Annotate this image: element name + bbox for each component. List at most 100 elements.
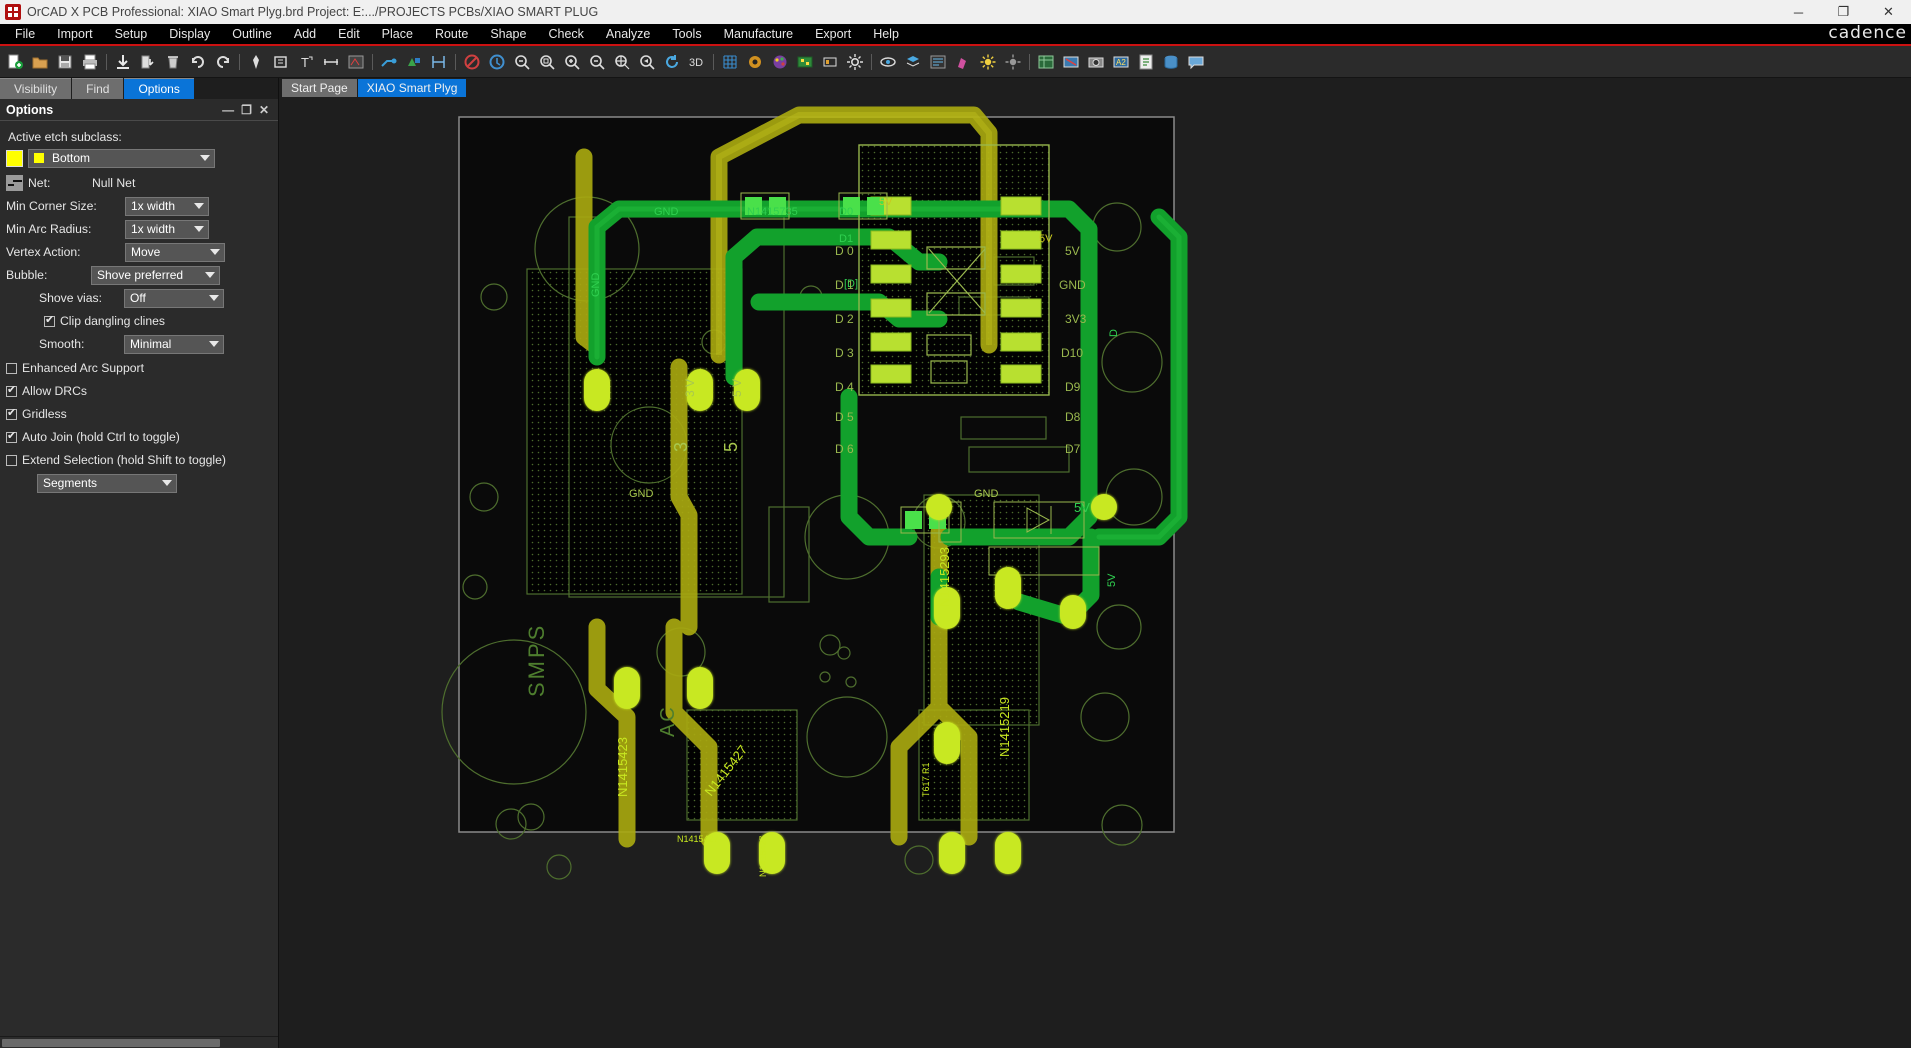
ratsnest-icon[interactable] xyxy=(344,49,368,75)
min-corner-size-dropdown[interactable]: 1x width xyxy=(125,197,209,216)
bubble-dropdown[interactable]: Shove preferred xyxy=(91,266,220,285)
panel-minimize-icon[interactable]: — xyxy=(222,105,234,115)
layers-icon[interactable] xyxy=(793,49,817,75)
allow-drcs-row[interactable]: Allow DRCs xyxy=(6,381,272,401)
pcb-layout-drawing[interactable]: GND N1415735 D0 D1 [D] GND D 0D 1 D 2D 3… xyxy=(279,97,1911,1048)
clip-dangling-clines-checkbox[interactable] xyxy=(44,316,55,327)
auto-join-checkbox[interactable] xyxy=(6,432,17,443)
pin-icon[interactable] xyxy=(244,49,268,75)
camera-icon[interactable] xyxy=(1084,49,1108,75)
menu-add[interactable]: Add xyxy=(283,25,327,43)
layer-stack-icon[interactable] xyxy=(901,49,925,75)
menu-help[interactable]: Help xyxy=(862,25,910,43)
menu-check[interactable]: Check xyxy=(537,25,594,43)
gridless-checkbox[interactable] xyxy=(6,409,17,420)
active-etch-subclass-dropdown[interactable]: Bottom xyxy=(28,149,215,168)
vertex-action-dropdown[interactable]: Move xyxy=(125,243,225,262)
grid-icon[interactable] xyxy=(718,49,742,75)
minimize-button[interactable]: ─ xyxy=(1776,0,1821,24)
visibility-eye-icon[interactable] xyxy=(876,49,900,75)
tab-find[interactable]: Find xyxy=(72,78,123,99)
autorename-icon[interactable]: A2 xyxy=(1109,49,1133,75)
shape-icon[interactable] xyxy=(402,49,426,75)
extend-selection-checkbox[interactable] xyxy=(6,455,17,466)
menu-place[interactable]: Place xyxy=(371,25,424,43)
menu-tools[interactable]: Tools xyxy=(661,25,712,43)
brightness-icon[interactable] xyxy=(976,49,1000,75)
enhanced-arc-support-checkbox[interactable] xyxy=(6,363,17,374)
allow-drcs-checkbox[interactable] xyxy=(6,386,17,397)
constraint-manager-icon[interactable] xyxy=(1034,49,1058,75)
menu-export[interactable]: Export xyxy=(804,25,862,43)
panel-restore-icon[interactable]: ❐ xyxy=(241,105,252,115)
contrast-icon[interactable] xyxy=(1001,49,1025,75)
tab-options[interactable]: Options xyxy=(124,78,193,99)
panel-horizontal-scrollbar[interactable] xyxy=(0,1036,278,1048)
shove-vias-dropdown[interactable]: Off xyxy=(124,289,224,308)
zoom-previous-icon[interactable] xyxy=(635,49,659,75)
menu-route[interactable]: Route xyxy=(424,25,479,43)
highlight-icon[interactable] xyxy=(951,49,975,75)
dimension-icon[interactable] xyxy=(319,49,343,75)
enhanced-arc-support-row[interactable]: Enhanced Arc Support xyxy=(6,358,272,378)
close-button[interactable]: ✕ xyxy=(1866,0,1911,24)
menu-file[interactable]: File xyxy=(4,25,46,43)
print-icon[interactable] xyxy=(78,49,102,75)
placement-icon[interactable] xyxy=(818,49,842,75)
report-icon[interactable] xyxy=(1134,49,1158,75)
menu-edit[interactable]: Edit xyxy=(327,25,371,43)
route-icon[interactable] xyxy=(377,49,401,75)
menu-analyze[interactable]: Analyze xyxy=(595,25,661,43)
refresh-icon[interactable] xyxy=(660,49,684,75)
etch-color-swatch[interactable] xyxy=(6,150,23,167)
redo-icon[interactable] xyxy=(211,49,235,75)
export-icon[interactable] xyxy=(136,49,160,75)
import-icon[interactable] xyxy=(111,49,135,75)
delete-icon[interactable] xyxy=(161,49,185,75)
panel-close-icon[interactable]: ✕ xyxy=(259,105,269,115)
color-palette-icon[interactable] xyxy=(768,49,792,75)
dehighlight-icon[interactable] xyxy=(1059,49,1083,75)
zoom-world-icon[interactable] xyxy=(610,49,634,75)
tab-visibility[interactable]: Visibility xyxy=(0,78,71,99)
zoom-minus-icon[interactable] xyxy=(585,49,609,75)
smooth-dropdown[interactable]: Minimal xyxy=(124,335,224,354)
comment-icon[interactable] xyxy=(1184,49,1208,75)
zoom-in-icon[interactable] xyxy=(560,49,584,75)
new-file-icon[interactable] xyxy=(3,49,27,75)
open-folder-icon[interactable] xyxy=(28,49,52,75)
tab-start-page[interactable]: Start Page xyxy=(282,79,357,97)
min-arc-radius-dropdown[interactable]: 1x width xyxy=(125,220,209,239)
svg-text:3: 3 xyxy=(671,438,691,452)
database-icon[interactable] xyxy=(1159,49,1183,75)
tab-xiao-smart-plyg[interactable]: XIAO Smart Plyg xyxy=(358,79,467,97)
view-3d-icon[interactable]: 3D xyxy=(685,49,709,75)
pcb-canvas[interactable]: GND N1415735 D0 D1 [D] GND D 0D 1 D 2D 3… xyxy=(279,97,1911,1048)
zoom-out-icon[interactable] xyxy=(510,49,534,75)
undo-icon[interactable] xyxy=(186,49,210,75)
maximize-button[interactable]: ❐ xyxy=(1821,0,1866,24)
drc-update-icon[interactable] xyxy=(485,49,509,75)
add-symbol-icon[interactable] xyxy=(269,49,293,75)
auto-join-row[interactable]: Auto Join (hold Ctrl to toggle) xyxy=(6,427,272,447)
measure-icon[interactable] xyxy=(427,49,451,75)
save-icon[interactable] xyxy=(53,49,77,75)
menu-display[interactable]: Display xyxy=(158,25,221,43)
menu-manufacture[interactable]: Manufacture xyxy=(713,25,804,43)
menu-setup[interactable]: Setup xyxy=(104,25,159,43)
settings-gear-icon[interactable] xyxy=(843,49,867,75)
text-icon[interactable]: T xyxy=(294,49,318,75)
menu-shape[interactable]: Shape xyxy=(479,25,537,43)
segments-dropdown[interactable]: Segments xyxy=(37,474,177,493)
net-schedule-icon[interactable] xyxy=(926,49,950,75)
drc-online-icon[interactable] xyxy=(460,49,484,75)
menu-import[interactable]: Import xyxy=(46,25,103,43)
gridless-row[interactable]: Gridless xyxy=(6,404,272,424)
clip-dangling-clines-row[interactable]: Clip dangling clines xyxy=(6,311,272,331)
net-icon[interactable] xyxy=(6,175,23,191)
menu-outline[interactable]: Outline xyxy=(221,25,283,43)
zoom-fit-icon[interactable] xyxy=(535,49,559,75)
extend-selection-row[interactable]: Extend Selection (hold Shift to toggle) xyxy=(6,450,272,470)
padstack-icon[interactable] xyxy=(743,49,767,75)
svg-text:N1415293: N1415293 xyxy=(937,547,952,607)
